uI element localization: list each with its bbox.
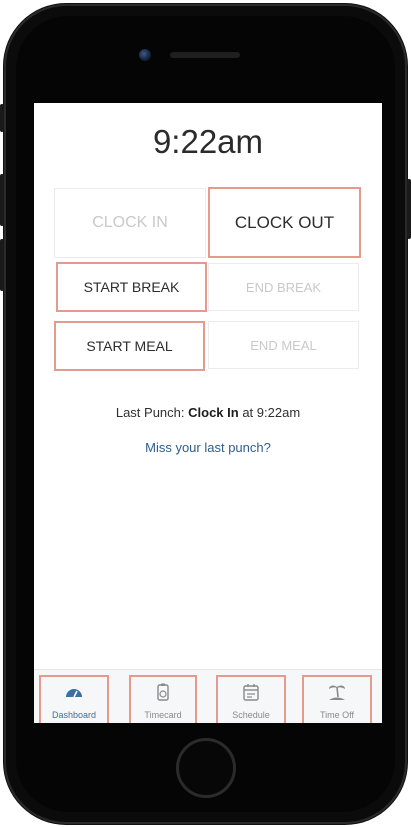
clock-out-button[interactable]: CLOCK OUT xyxy=(208,187,361,258)
calendar-icon xyxy=(243,684,259,701)
timecard-icon xyxy=(157,683,169,701)
nav-schedule[interactable]: Schedule xyxy=(216,675,286,723)
nav-time-off-label: Time Off xyxy=(319,710,354,720)
bottom-nav: Dashboard Timecard Schedule Time Off xyxy=(34,669,382,723)
nav-dashboard-label: Dashboard xyxy=(51,710,97,720)
nav-schedule-label: Schedule xyxy=(232,710,270,720)
nav-timecard[interactable]: Timecard xyxy=(129,675,197,723)
volume-up-button xyxy=(0,174,4,226)
last-punch-middle: at xyxy=(238,405,257,420)
end-break-button[interactable]: END BREAK xyxy=(208,263,359,311)
nav-timecard-label: Timecard xyxy=(144,710,182,720)
power-button xyxy=(407,179,411,239)
nav-time-off[interactable]: Time Off xyxy=(302,675,372,723)
home-button[interactable] xyxy=(176,738,236,798)
palm-tree-icon xyxy=(329,685,345,700)
start-break-button[interactable]: START BREAK xyxy=(56,262,207,312)
miss-punch-link[interactable]: Miss your last punch? xyxy=(34,440,382,455)
volume-down-button xyxy=(0,239,4,291)
last-punch-prefix: Last Punch: xyxy=(115,405,189,420)
gauge-icon xyxy=(66,689,82,698)
last-punch-action: Clock In xyxy=(188,405,239,420)
clock-in-button[interactable]: CLOCK IN xyxy=(54,188,206,258)
front-camera-icon xyxy=(139,49,151,61)
last-punch-info: Last Punch: Clock In at 9:22am xyxy=(34,405,382,420)
current-time: 9:22am xyxy=(152,123,264,160)
speaker-grille xyxy=(170,52,240,58)
last-punch-time: 9:22am xyxy=(256,405,301,420)
side-button xyxy=(0,104,4,132)
end-meal-button[interactable]: END MEAL xyxy=(208,321,359,369)
start-meal-button[interactable]: START MEAL xyxy=(54,321,205,371)
app-screen: 9:22am CLOCK IN CLOCK OUT START BREAK EN… xyxy=(34,103,382,723)
nav-dashboard[interactable]: Dashboard xyxy=(39,675,109,723)
